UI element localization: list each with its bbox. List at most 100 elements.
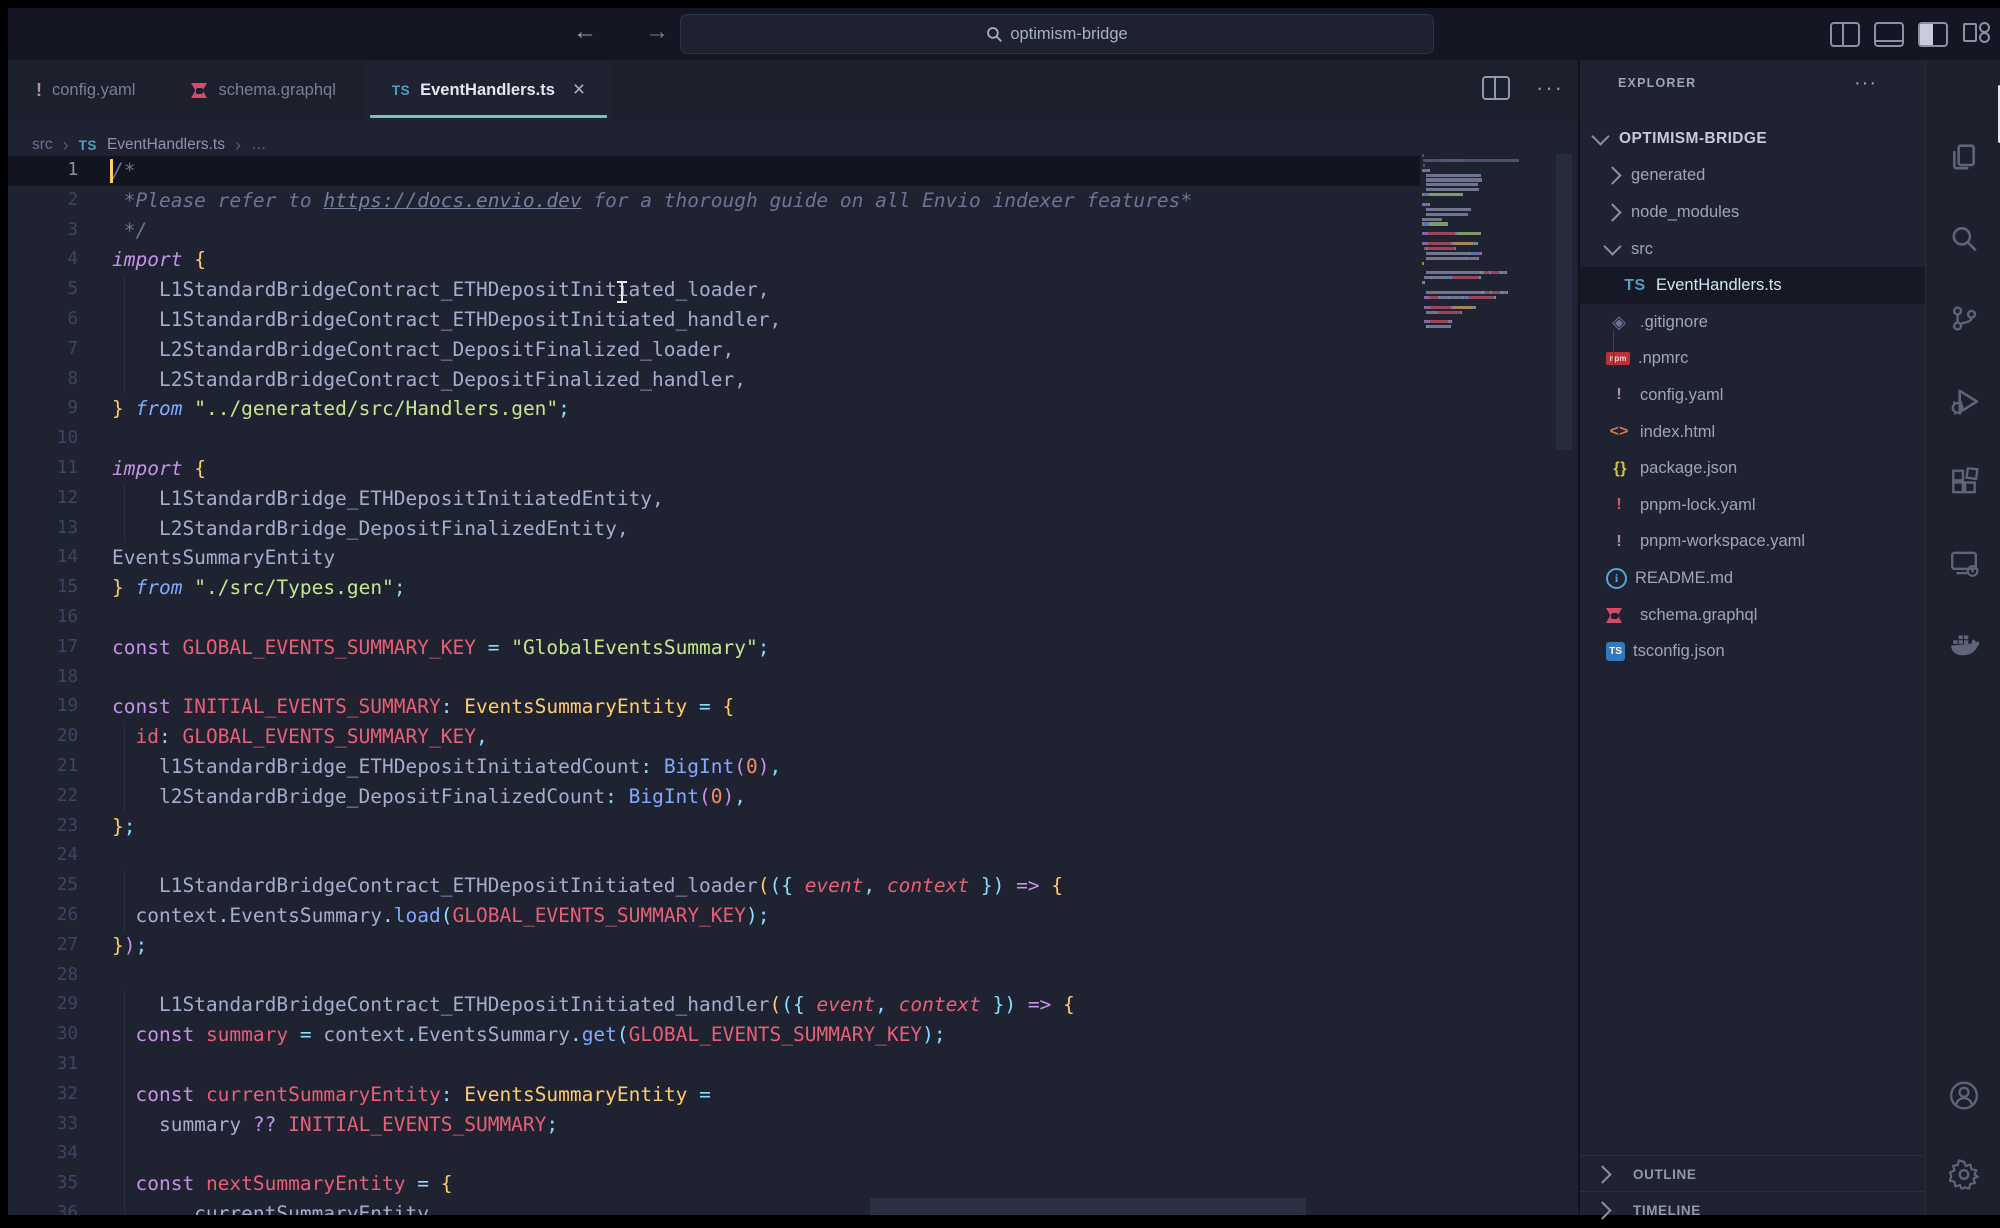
code-line-16[interactable]: 16 <box>8 603 1420 633</box>
line-number[interactable]: 1 <box>8 156 78 186</box>
file-tree-item-index.html[interactable]: <>index.html <box>1580 414 1953 451</box>
line-number[interactable]: 7 <box>8 335 78 365</box>
breadcrumb-src[interactable]: src <box>32 136 53 154</box>
file-tree-item-src[interactable]: src <box>1580 231 1953 268</box>
line-number[interactable]: 5 <box>8 275 78 305</box>
line-number[interactable]: 3 <box>8 216 78 246</box>
code-line-30[interactable]: 30 const summary = context.EventsSummary… <box>8 1020 1420 1050</box>
line-number[interactable]: 25 <box>8 871 78 901</box>
line-number[interactable]: 12 <box>8 484 78 514</box>
account-icon[interactable] <box>1949 1081 1979 1116</box>
code-line-17[interactable]: 17const GLOBAL_EVENTS_SUMMARY_KEY = "Glo… <box>8 633 1420 663</box>
settings-icon[interactable] <box>1949 1160 1979 1195</box>
line-number[interactable]: 24 <box>8 841 78 871</box>
file-tree-item-config.yaml[interactable]: !config.yaml <box>1580 377 1953 414</box>
code-line-26[interactable]: 26 context.EventsSummary.load(GLOBAL_EVE… <box>8 901 1420 931</box>
explorer-more-actions-icon[interactable]: ··· <box>1854 72 1877 95</box>
line-number[interactable]: 16 <box>8 603 78 633</box>
extensions-icon[interactable] <box>1949 468 1979 503</box>
code-line-9[interactable]: 9} from "../generated/src/Handlers.gen"; <box>8 394 1420 424</box>
line-number[interactable]: 21 <box>8 752 78 782</box>
line-number[interactable]: 31 <box>8 1050 78 1080</box>
code-line-21[interactable]: 21 l1StandardBridge_ETHDepositInitiatedC… <box>8 752 1420 782</box>
line-number[interactable]: 30 <box>8 1020 78 1050</box>
code-line-27[interactable]: 27}); <box>8 931 1420 961</box>
code-line-12[interactable]: 12 L1StandardBridge_ETHDepositInitiatedE… <box>8 484 1420 514</box>
line-number[interactable]: 9 <box>8 394 78 424</box>
code-line-19[interactable]: 19const INITIAL_EVENTS_SUMMARY: EventsSu… <box>8 692 1420 722</box>
line-number[interactable]: 35 <box>8 1169 78 1199</box>
code-line-15[interactable]: 15} from "./src/Types.gen"; <box>8 573 1420 603</box>
code-line-22[interactable]: 22 l2StandardBridge_DepositFinalizedCoun… <box>8 782 1420 812</box>
line-number[interactable]: 10 <box>8 424 78 454</box>
line-number[interactable]: 26 <box>8 901 78 931</box>
file-tree-item-package.json[interactable]: { }package.json <box>1580 450 1953 487</box>
line-number[interactable]: 32 <box>8 1080 78 1110</box>
toggle-panel-icon[interactable] <box>1874 22 1904 47</box>
toggle-primary-sidebar-icon[interactable] <box>1830 22 1860 47</box>
file-tree-item-.gitignore[interactable]: ◈.gitignore <box>1580 304 1953 341</box>
run-debug-icon[interactable] <box>1949 387 1979 422</box>
file-tree-item-.npmrc[interactable]: npm.npmrc <box>1580 341 1953 378</box>
code-line-14[interactable]: 14EventsSummaryEntity <box>8 543 1420 573</box>
code-line-7[interactable]: 7 L2StandardBridgeContract_DepositFinali… <box>8 335 1420 365</box>
search-icon[interactable] <box>1949 224 1979 259</box>
code-line-18[interactable]: 18 <box>8 663 1420 693</box>
doc-link[interactable]: https://docs.envio.dev <box>323 189 581 212</box>
code-line-23[interactable]: 23}; <box>8 812 1420 842</box>
code-line-31[interactable]: 31 <box>8 1050 1420 1080</box>
code-line-11[interactable]: 11import { <box>8 454 1420 484</box>
file-tree-item-OPTIMISM-BRIDGE[interactable]: OPTIMISM-BRIDGE <box>1580 121 1941 158</box>
code-line-24[interactable]: 24 <box>8 841 1420 871</box>
split-editor-icon[interactable] <box>1482 76 1510 100</box>
code-line-3[interactable]: 3 */ <box>8 216 1420 246</box>
code-line-34[interactable]: 34 <box>8 1139 1420 1169</box>
code-line-4[interactable]: 4import { <box>8 245 1420 275</box>
file-tree-item-node_modules[interactable]: node_modules <box>1580 194 1953 231</box>
code-line-25[interactable]: 25 L1StandardBridgeContract_ETHDepositIn… <box>8 871 1420 901</box>
remote-explorer-icon[interactable] <box>1949 549 1979 584</box>
code-line-35[interactable]: 35 const nextSummaryEntity = { <box>8 1169 1420 1199</box>
customize-layout-icon[interactable] <box>1964 23 1990 42</box>
code-line-32[interactable]: 32 const currentSummaryEntity: EventsSum… <box>8 1080 1420 1110</box>
line-number[interactable]: 4 <box>8 245 78 275</box>
close-tab-icon[interactable]: × <box>573 78 585 102</box>
forward-arrow[interactable]: → <box>640 18 674 46</box>
docker-icon[interactable] <box>1949 629 1979 664</box>
line-number[interactable]: 2 <box>8 186 78 216</box>
line-number[interactable]: 17 <box>8 633 78 663</box>
line-number[interactable]: 23 <box>8 812 78 842</box>
file-tree-item-schema.graphql[interactable]: schema.graphql <box>1580 597 1953 634</box>
line-number[interactable]: 29 <box>8 990 78 1020</box>
file-tree-item-pnpm-lock.yaml[interactable]: !pnpm-lock.yaml <box>1580 487 1953 524</box>
line-number[interactable]: 28 <box>8 961 78 991</box>
line-number[interactable]: 20 <box>8 722 78 752</box>
line-number[interactable]: 8 <box>8 365 78 395</box>
section-outline[interactable]: OUTLINE <box>1580 1155 1927 1192</box>
minimap[interactable] <box>1422 154 1560 354</box>
line-number[interactable]: 6 <box>8 305 78 335</box>
line-number[interactable]: 14 <box>8 543 78 573</box>
back-arrow[interactable]: ← <box>568 18 602 46</box>
vertical-scrollbar-thumb[interactable] <box>1556 154 1572 450</box>
code-line-6[interactable]: 6 L1StandardBridgeContract_ETHDepositIni… <box>8 305 1420 335</box>
code-line-10[interactable]: 10 <box>8 424 1420 454</box>
code-line-2[interactable]: 2 *Please refer to https://docs.envio.de… <box>8 186 1420 216</box>
code-line-8[interactable]: 8 L2StandardBridgeContract_DepositFinali… <box>8 365 1420 395</box>
tab-schema.graphql[interactable]: schema.graphql <box>163 60 363 120</box>
file-tree-item-pnpm-workspace.yaml[interactable]: !pnpm-workspace.yaml <box>1580 524 1953 561</box>
section-timeline[interactable]: TIMELINE <box>1580 1191 1927 1228</box>
file-tree-item-EventHandlers.ts[interactable]: TSEventHandlers.ts <box>1580 267 1969 304</box>
code-line-20[interactable]: 20 id: GLOBAL_EVENTS_SUMMARY_KEY, <box>8 722 1420 752</box>
tab-config.yaml[interactable]: !config.yaml <box>8 60 163 120</box>
breadcrumb-file[interactable]: EventHandlers.ts <box>107 136 225 154</box>
line-number[interactable]: 11 <box>8 454 78 484</box>
file-tree-item-generated[interactable]: generated <box>1580 158 1953 195</box>
code-line-13[interactable]: 13 L2StandardBridge_DepositFinalizedEnti… <box>8 514 1420 544</box>
files-icon[interactable] <box>1949 143 1979 178</box>
breadcrumb-symbol[interactable]: … <box>251 136 267 154</box>
file-tree-item-README.md[interactable]: iREADME.md <box>1580 560 1953 597</box>
code-line-28[interactable]: 28 <box>8 961 1420 991</box>
editor-more-actions-icon[interactable]: ··· <box>1536 83 1564 93</box>
horizontal-scrollbar-thumb[interactable] <box>870 1198 1306 1215</box>
